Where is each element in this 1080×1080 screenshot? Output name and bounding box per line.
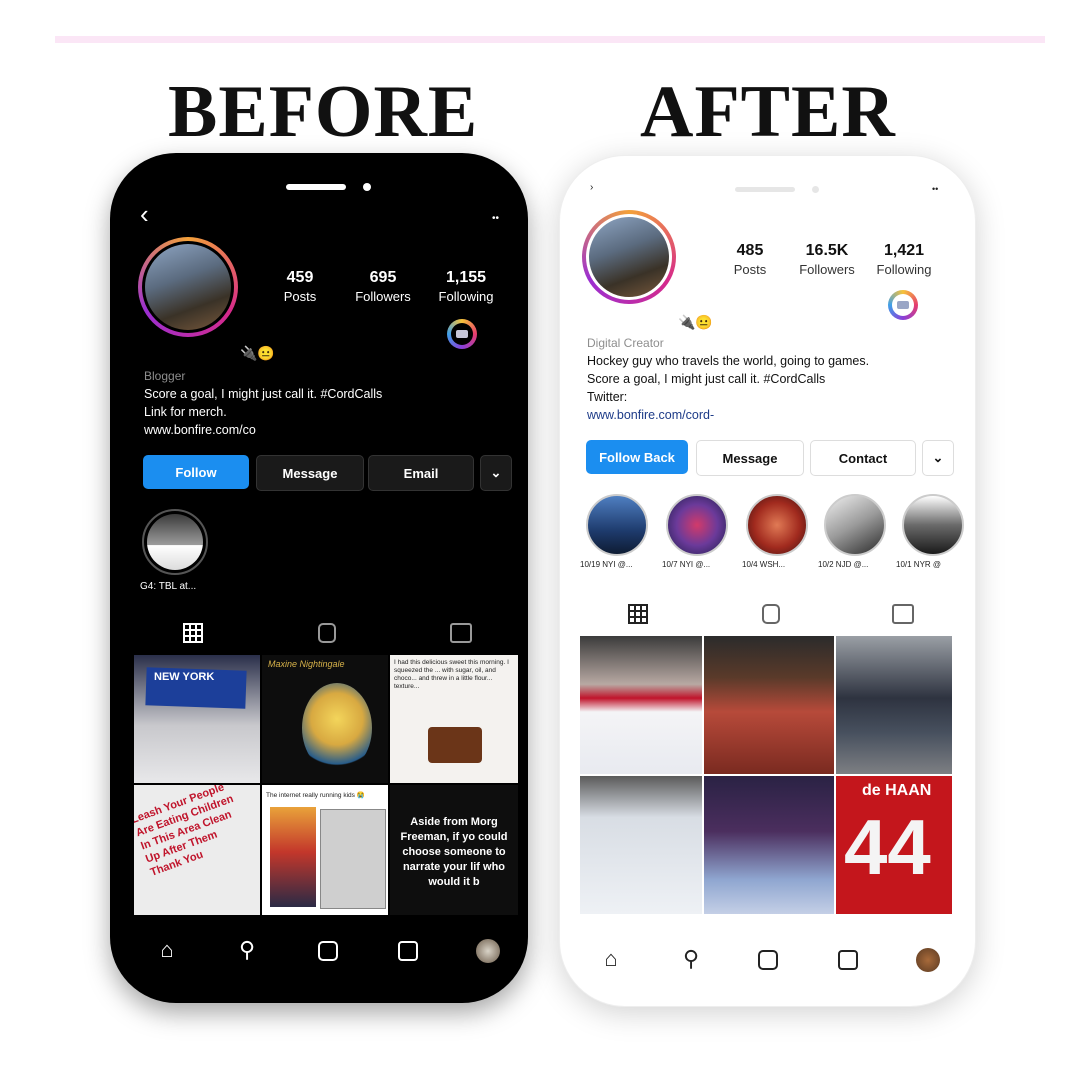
following-label[interactable]: Following (868, 262, 940, 277)
search-icon[interactable]: ⚲ (232, 937, 262, 963)
reels-icon[interactable] (758, 950, 778, 970)
camera-dot (812, 186, 819, 193)
followers-label[interactable]: Followers (792, 262, 862, 277)
highlight-label: 10/1 NYR @ (896, 560, 942, 569)
profile-avatar[interactable] (582, 210, 676, 304)
story-highlight[interactable] (746, 494, 808, 556)
home-icon[interactable]: ⌂ (152, 937, 182, 963)
grid-post[interactable] (580, 776, 702, 914)
followers-count[interactable]: 695 (348, 269, 418, 287)
back-arrow-icon[interactable]: ‹ (140, 199, 149, 230)
following-label[interactable]: Following (430, 289, 502, 304)
bio-line-2: Link for merch. (144, 405, 227, 419)
posts-label: Posts (733, 262, 767, 277)
story-highlight[interactable] (586, 494, 648, 556)
search-icon[interactable]: ⚲ (676, 946, 706, 972)
emoji-row: 🔌😐 (678, 314, 713, 330)
more-dots-icon[interactable]: •• (492, 213, 499, 224)
after-heading: AFTER (640, 71, 896, 153)
tagged-tab-icon[interactable] (892, 604, 914, 624)
follow-button[interactable]: Follow (143, 455, 249, 489)
followers-label[interactable]: Followers (348, 289, 418, 304)
camera-dot (363, 183, 371, 191)
speaker-bar (735, 187, 795, 192)
reels-icon[interactable] (318, 941, 338, 961)
threads-badge-icon[interactable] (888, 290, 918, 320)
shop-icon[interactable] (398, 941, 418, 961)
highlight-label: 10/2 NJD @... (818, 560, 869, 569)
story-highlight[interactable] (142, 509, 208, 575)
grid-post[interactable]: NEW YORK (134, 655, 260, 783)
profile-nav-avatar[interactable] (916, 948, 940, 972)
reels-tab-icon[interactable] (318, 623, 336, 643)
category-label: Blogger (144, 369, 186, 383)
highlight-label: 10/19 NYI @... (580, 560, 633, 569)
profile-avatar[interactable] (138, 237, 238, 337)
back-arrow-icon[interactable]: › (590, 182, 593, 193)
message-button[interactable]: Message (256, 455, 364, 491)
email-button[interactable]: Email (368, 455, 474, 491)
bio-link[interactable]: www.bonfire.com/co (144, 421, 504, 439)
before-phone: ‹ •• 459 Posts 695 Followers 1,155 Follo… (110, 153, 528, 1003)
tagged-tab-icon[interactable] (450, 623, 472, 643)
more-options-button[interactable]: ⌄ (480, 455, 512, 491)
more-options-button[interactable]: ⌄ (922, 440, 954, 476)
posts-count: 485 (736, 242, 764, 259)
posts-label: Posts (283, 289, 317, 304)
bio-line-2: Score a goal, I might just call it. #Cor… (587, 372, 826, 386)
story-highlight[interactable] (902, 494, 964, 556)
speaker-bar (286, 184, 346, 190)
grid-post[interactable] (704, 636, 834, 774)
grid-tab-icon[interactable] (183, 623, 203, 643)
bio-line-3: Twitter: (587, 390, 628, 404)
grid-post[interactable] (836, 636, 952, 774)
bio-line-1: Score a goal, I might just call it. #Cor… (144, 387, 383, 401)
message-button[interactable]: Message (696, 440, 804, 476)
following-count[interactable]: 1,155 (430, 269, 502, 287)
followers-count[interactable]: 16.5K (792, 242, 862, 260)
shop-icon[interactable] (838, 950, 858, 970)
highlight-label: 10/7 NYI @... (662, 560, 711, 569)
story-highlight[interactable] (666, 494, 728, 556)
posts-count: 459 (286, 269, 314, 286)
emoji-row: 🔌😐 (240, 345, 275, 361)
more-dots-icon[interactable]: •• (932, 184, 938, 194)
bio-link[interactable]: www.bonfire.com/cord- (587, 406, 957, 424)
before-heading: BEFORE (168, 71, 479, 153)
bio-line-1: Hockey guy who travels the world, going … (587, 354, 870, 368)
grid-tab-icon[interactable] (628, 604, 648, 624)
grid-post[interactable] (580, 636, 702, 774)
contact-button[interactable]: Contact (810, 440, 916, 476)
grid-post[interactable]: Leash Your People Are Eating Children In… (134, 785, 260, 915)
grid-post[interactable]: I had this delicious sweet this morning.… (390, 655, 518, 783)
grid-post[interactable]: de HAAN 44 (836, 776, 952, 914)
grid-post[interactable]: Aside from Morg Freeman, if yo could cho… (390, 785, 518, 915)
follow-back-button[interactable]: Follow Back (586, 440, 688, 474)
top-accent-line (55, 36, 1045, 43)
story-highlight[interactable] (824, 494, 886, 556)
highlight-label: G4: TBL at... (140, 581, 197, 592)
home-icon[interactable]: ⌂ (596, 946, 626, 972)
following-count[interactable]: 1,421 (868, 242, 940, 260)
category-label: Digital Creator (587, 336, 664, 350)
after-phone: › •• 485 Posts 16.5K Followers 1,421 Fol… (559, 155, 976, 1007)
profile-nav-avatar[interactable] (476, 939, 500, 963)
grid-post[interactable] (704, 776, 834, 914)
reels-tab-icon[interactable] (762, 604, 780, 624)
threads-badge-icon[interactable] (447, 319, 477, 349)
grid-post[interactable]: Maxine Nightingale (262, 655, 388, 783)
grid-post[interactable]: The internet really running kids 😭 (262, 785, 388, 915)
highlight-label: 10/4 WSH... (742, 560, 786, 569)
